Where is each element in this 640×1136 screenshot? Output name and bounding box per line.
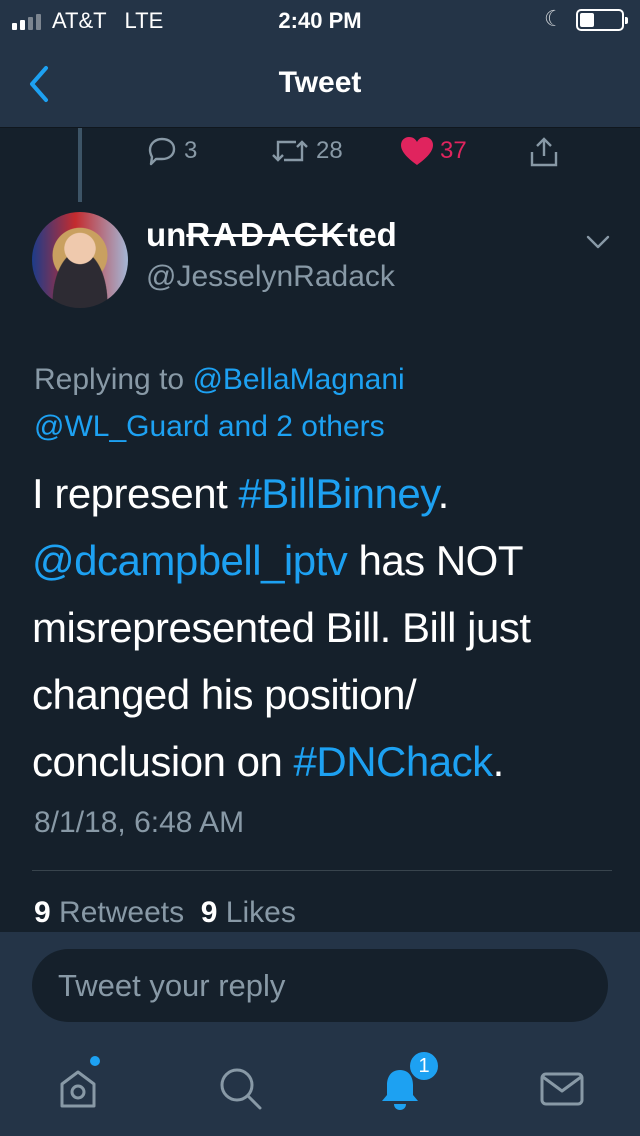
share-action[interactable] [528,136,560,168]
reply-count: 3 [184,137,198,164]
like-total: 9 [200,896,218,929]
messages-envelope-icon [540,1072,584,1106]
replying-to-others-link[interactable]: @WL_Guard and 2 others [34,410,385,443]
page-title: Tweet [278,66,362,99]
display-name[interactable]: unRADACKted [146,216,397,254]
like-count: 37 [440,137,467,164]
display-name-suffix: ted [347,216,397,253]
user-handle[interactable]: @JesselynRadack [146,260,395,294]
home-icon [60,1070,96,1108]
reply-icon [148,137,176,166]
retweet-icon [272,140,308,162]
chevron-down-icon [586,235,610,249]
display-name-struck: RADACK [186,216,348,253]
avatar[interactable] [32,212,128,308]
reply-input[interactable]: Tweet your reply [32,949,608,1022]
retweet-total: 9 [34,896,51,929]
tweet-text-part: I represent [32,470,239,517]
mention-link[interactable]: @dcampbell_iptv [32,537,348,584]
divider [32,870,612,871]
thread-connector-line [78,128,82,202]
tweet-timestamp: 8/1/18, 6:48 AM [34,806,245,839]
like-action[interactable]: 37 [400,136,467,166]
tweet-options-button[interactable] [584,228,612,256]
battery-level-fill [580,13,594,27]
tab-home[interactable] [54,1064,102,1112]
like-total-label: Likes [225,896,296,929]
share-icon [530,137,558,167]
hashtag-link[interactable]: #DNChack [294,738,494,785]
notification-badge: 1 [408,1050,440,1082]
retweet-count: 28 [316,137,343,164]
tweet-stats[interactable]: 9 Retweets 9 Likes [34,896,296,930]
header-bar: AT&T LTE 2:40 PM ☾ Tweet [0,0,640,128]
home-new-content-dot [90,1056,100,1066]
tweet-text-part: . [492,738,505,785]
status-bar: AT&T LTE 2:40 PM ☾ [0,0,640,40]
tweet-text: I represent #BillBinney. @dcampbell_iptv … [32,460,612,795]
hashtag-link[interactable]: #BillBinney [238,470,438,517]
reply-action[interactable]: 3 [146,136,197,166]
replying-to-label: Replying to [34,363,193,396]
mention-link[interactable]: @BellaMagnani [192,363,404,396]
battery-icon [576,9,628,31]
tab-messages[interactable] [538,1064,586,1112]
replying-to: Replying to @BellaMagnani @WL_Guard and 2… [34,356,594,450]
do-not-disturb-moon-icon: ☾ [544,6,564,31]
heart-filled-icon [401,137,433,165]
display-name-prefix: un [146,216,187,253]
search-icon [220,1068,262,1110]
retweet-action[interactable]: 28 [270,136,343,166]
retweet-total-label: Retweets [59,896,185,929]
tweet-text-part: . [437,470,450,517]
tab-search[interactable] [216,1064,264,1112]
